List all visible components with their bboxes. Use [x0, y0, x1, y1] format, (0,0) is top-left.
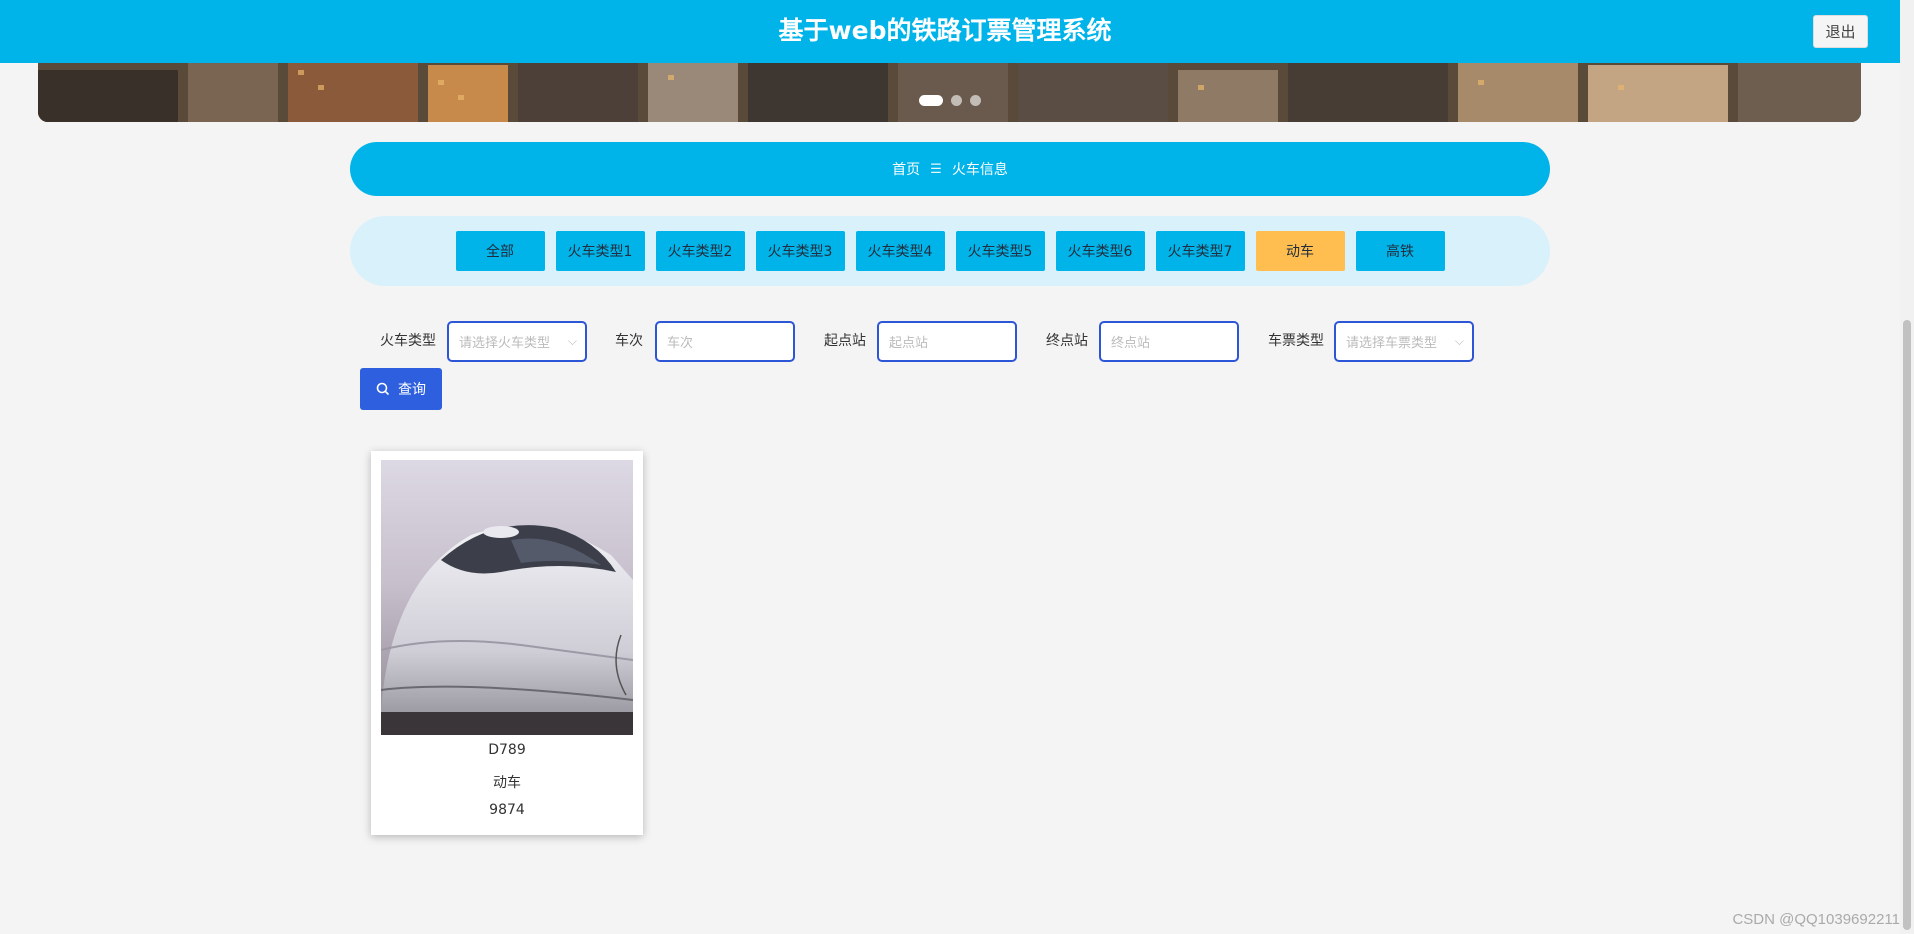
ticket-type-select[interactable]: 请选择车票类型 ⌵	[1334, 321, 1474, 362]
ticket-type-placeholder: 请选择车票类型	[1346, 336, 1438, 351]
card-train-no: D789	[488, 742, 526, 758]
tab-train-type-4[interactable]: 火车类型4	[855, 231, 945, 271]
start-station-placeholder: 起点站	[889, 336, 929, 351]
train-card[interactable]: D789 动车 9874	[371, 451, 643, 835]
ticket-type-label: 车票类型	[1268, 333, 1324, 349]
bullet-train-image	[381, 460, 633, 735]
breadcrumb-current: 火车信息	[951, 162, 1008, 178]
card-value: 9874	[489, 802, 525, 818]
train-type-select[interactable]: 请选择火车类型 ⌵	[447, 321, 587, 362]
tab-train-type-2[interactable]: 火车类型2	[655, 231, 745, 271]
train-no-placeholder: 车次	[667, 336, 694, 351]
train-type-placeholder: 请选择火车类型	[459, 336, 551, 351]
chevron-down-icon: ⌵	[567, 334, 577, 348]
page-scrollbar[interactable]	[1900, 0, 1914, 934]
tab-train-type-3[interactable]: 火车类型3	[755, 231, 845, 271]
search-button-label: 查询	[398, 382, 426, 398]
end-station-input[interactable]: 终点站	[1099, 321, 1239, 362]
page-title: 基于web的铁路订票管理系统	[778, 15, 1112, 45]
breadcrumb: 首页 ☰ 火车信息	[350, 142, 1550, 196]
scrollbar-thumb[interactable]	[1903, 320, 1911, 930]
carousel-dots	[919, 95, 981, 106]
header-bar: 基于web的铁路订票管理系统 退出	[0, 0, 1900, 63]
card-train-type: 动车	[493, 775, 521, 791]
search-icon	[376, 382, 390, 396]
tab-emu[interactable]: 动车	[1255, 231, 1345, 271]
logout-button[interactable]: 退出	[1813, 15, 1868, 48]
train-type-label: 火车类型	[380, 333, 436, 349]
tab-train-type-7[interactable]: 火车类型7	[1155, 231, 1245, 271]
chevron-down-icon: ⌵	[1454, 334, 1464, 348]
train-no-label: 车次	[615, 333, 643, 349]
tab-train-type-6[interactable]: 火车类型6	[1055, 231, 1145, 271]
end-station-placeholder: 终点站	[1111, 336, 1151, 351]
watermark: CSDN @QQ1039692211	[1732, 911, 1900, 928]
search-form: 火车类型 请选择火车类型 ⌵ 车次 车次 起点站 起点站 终点站 终点站 车票类…	[360, 321, 1560, 362]
tab-train-type-1[interactable]: 火车类型1	[555, 231, 645, 271]
carousel-dot-3[interactable]	[970, 95, 981, 106]
tab-high-speed[interactable]: 高铁	[1355, 231, 1445, 271]
train-no-input[interactable]: 车次	[655, 321, 795, 362]
tab-train-type-5[interactable]: 火车类型5	[955, 231, 1045, 271]
start-station-label: 起点站	[824, 333, 866, 349]
train-image	[381, 460, 633, 735]
end-station-label: 终点站	[1046, 333, 1088, 349]
search-button[interactable]: 查询	[360, 368, 442, 410]
carousel-dot-1[interactable]	[919, 95, 943, 106]
carousel-dot-2[interactable]	[951, 95, 962, 106]
menu-icon: ☰	[930, 161, 942, 177]
tab-all[interactable]: 全部	[455, 231, 545, 271]
category-tabs: 全部 火车类型1 火车类型2 火车类型3 火车类型4 火车类型5 火车类型6 火…	[350, 216, 1550, 286]
breadcrumb-home[interactable]: 首页	[892, 159, 920, 179]
start-station-input[interactable]: 起点站	[877, 321, 1017, 362]
